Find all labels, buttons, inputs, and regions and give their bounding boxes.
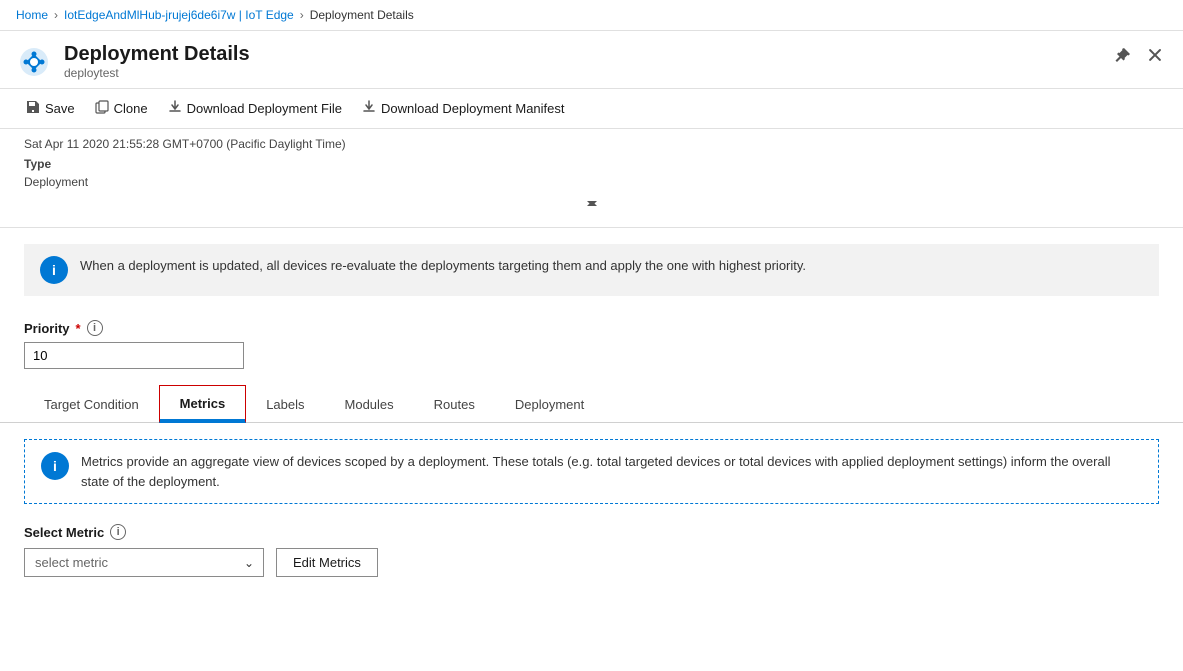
clone-button[interactable]: Clone	[85, 95, 158, 122]
tab-target-condition[interactable]: Target Condition	[24, 387, 159, 422]
save-label: Save	[45, 101, 75, 116]
download-file-icon	[168, 100, 182, 117]
tab-labels[interactable]: Labels	[246, 387, 324, 422]
panel-title-text: Deployment Details deploytest	[64, 43, 250, 80]
priority-info-icon[interactable]: i	[87, 320, 103, 336]
deployment-banner-text: When a deployment is updated, all device…	[80, 256, 806, 276]
select-metric-row: select metric ⌄ Edit Metrics	[24, 548, 1159, 577]
metrics-info-banner: i Metrics provide an aggregate view of d…	[24, 439, 1159, 504]
download-file-button[interactable]: Download Deployment File	[158, 95, 352, 122]
edit-metrics-button[interactable]: Edit Metrics	[276, 548, 378, 577]
download-manifest-label: Download Deployment Manifest	[381, 101, 565, 116]
priority-section: Priority * i	[0, 312, 1183, 385]
breadcrumb-home[interactable]: Home	[16, 8, 48, 22]
metrics-info-icon: i	[41, 452, 69, 480]
panel-title-area: Deployment Details deploytest	[16, 43, 250, 80]
tab-routes[interactable]: Routes	[414, 387, 495, 422]
breadcrumb: Home › IotEdgeAndMlHub-jrujej6de6i7w | I…	[0, 0, 1183, 31]
metric-select[interactable]: select metric	[24, 548, 264, 577]
breadcrumb-sep1: ›	[54, 8, 58, 22]
toolbar: Save Clone Download Deployment File Down…	[0, 89, 1183, 129]
breadcrumb-current: Deployment Details	[310, 8, 414, 22]
panel-controls	[1111, 43, 1167, 67]
content-area[interactable]: Sat Apr 11 2020 21:55:28 GMT+0700 (Pacif…	[0, 129, 1183, 669]
metric-select-wrapper: select metric ⌄	[24, 548, 264, 577]
breadcrumb-hub[interactable]: IotEdgeAndMlHub-jrujej6de6i7w | IoT Edge	[64, 8, 294, 22]
priority-label: Priority * i	[24, 320, 1159, 336]
download-manifest-button[interactable]: Download Deployment Manifest	[352, 95, 575, 122]
select-metric-info-icon[interactable]: i	[110, 524, 126, 540]
save-button[interactable]: Save	[16, 95, 85, 122]
pin-button[interactable]	[1111, 43, 1135, 67]
clone-label: Clone	[114, 101, 148, 116]
metrics-banner-text: Metrics provide an aggregate view of dev…	[81, 452, 1142, 491]
collapse-button[interactable]	[24, 193, 1159, 215]
info-icon-circle: i	[40, 256, 68, 284]
priority-input[interactable]	[24, 342, 244, 369]
close-button[interactable]	[1143, 43, 1167, 67]
panel-subtitle: deploytest	[64, 66, 250, 80]
deployment-details-panel: Deployment Details deploytest Save	[0, 31, 1183, 669]
panel-header: Deployment Details deploytest	[0, 31, 1183, 89]
tabs-bar: Target Condition Metrics Labels Modules …	[0, 385, 1183, 423]
type-value: Deployment	[24, 175, 1159, 189]
type-label: Type	[24, 157, 1159, 171]
iot-edge-icon	[16, 44, 52, 80]
required-indicator: *	[76, 321, 81, 336]
download-manifest-icon	[362, 100, 376, 117]
tab-metrics[interactable]: Metrics	[159, 385, 247, 423]
info-section: Sat Apr 11 2020 21:55:28 GMT+0700 (Pacif…	[0, 129, 1183, 228]
breadcrumb-sep2: ›	[300, 8, 304, 22]
date-row: Sat Apr 11 2020 21:55:28 GMT+0700 (Pacif…	[24, 137, 1159, 151]
tab-deployment[interactable]: Deployment	[495, 387, 604, 422]
page-title: Deployment Details	[64, 43, 250, 66]
tab-modules[interactable]: Modules	[325, 387, 414, 422]
select-metric-label: Select Metric i	[24, 524, 1159, 540]
clone-icon	[95, 100, 109, 117]
download-file-label: Download Deployment File	[187, 101, 342, 116]
select-metric-section: Select Metric i select metric ⌄ Edit Met…	[0, 520, 1183, 593]
save-icon	[26, 100, 40, 117]
deployment-update-banner: i When a deployment is updated, all devi…	[24, 244, 1159, 296]
